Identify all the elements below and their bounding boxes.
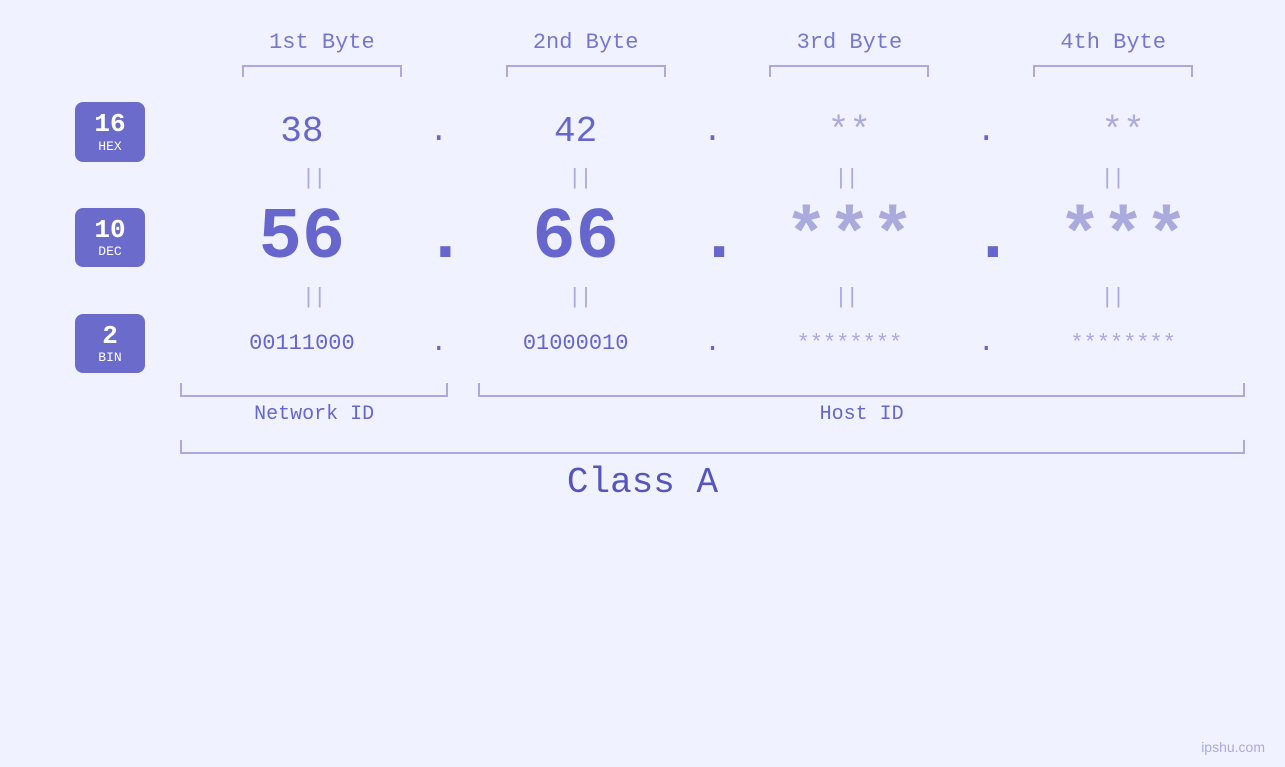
- byte2-header: 2nd Byte: [454, 30, 718, 55]
- hex-row: 16 HEX 38 . 42 . ** . **: [40, 102, 1245, 162]
- equals-row-2: || || || ||: [40, 285, 1245, 310]
- dec-byte1-cell: 56: [180, 197, 424, 279]
- bin-byte1-value: 00111000: [249, 331, 355, 356]
- hex-byte2-value: 42: [554, 111, 597, 152]
- bin-byte4-cell: ********: [1001, 331, 1245, 356]
- hex-label: 16 HEX: [40, 102, 180, 162]
- byte-headers: 1st Byte 2nd Byte 3rd Byte 4th Byte: [40, 30, 1245, 55]
- top-brackets-row: [40, 65, 1245, 77]
- hex-byte1-cell: 38: [180, 111, 424, 152]
- hex-badge: 16 HEX: [75, 102, 145, 162]
- hex-sep3: .: [971, 113, 1001, 150]
- host-id-label: Host ID: [478, 403, 1245, 426]
- eq1-cell1: ||: [180, 166, 446, 191]
- eq1-cell3: ||: [713, 166, 979, 191]
- hex-byte-cells: 38 . 42 . ** . **: [180, 111, 1245, 152]
- bracket-cell-2: [454, 65, 718, 77]
- eq1-sign2: ||: [568, 166, 590, 191]
- watermark: ipshu.com: [1201, 739, 1265, 755]
- bin-row: 2 BIN 00111000 . 01000010 . ******** . *…: [40, 314, 1245, 374]
- eq1-sign1: ||: [302, 166, 324, 191]
- dec-base-label: DEC: [89, 244, 131, 259]
- eq2-sign3: ||: [834, 285, 856, 310]
- byte3-header: 3rd Byte: [718, 30, 982, 55]
- eq1-cell2: ||: [446, 166, 712, 191]
- bin-byte3-cell: ********: [728, 331, 972, 356]
- top-bracket-3: [769, 65, 929, 77]
- dec-base-num: 10: [89, 216, 131, 245]
- bin-label: 2 BIN: [40, 314, 180, 374]
- bin-sep2: .: [698, 328, 728, 359]
- network-id-label: Network ID: [180, 403, 448, 426]
- bracket-cell-1: [190, 65, 454, 77]
- hex-base-label: HEX: [89, 139, 131, 154]
- hex-byte4-value: **: [1102, 111, 1145, 152]
- eq2-sign2: ||: [568, 285, 590, 310]
- bin-byte4-value: ********: [1070, 331, 1176, 356]
- bracket-cell-4: [981, 65, 1245, 77]
- dec-byte3-cell: ***: [728, 197, 972, 279]
- dec-sep3: .: [971, 197, 1001, 279]
- eq1-cell4: ||: [979, 166, 1245, 191]
- bin-byte2-value: 01000010: [523, 331, 629, 356]
- eq2-sign1: ||: [302, 285, 324, 310]
- eq2-cell4: ||: [979, 285, 1245, 310]
- bin-base-num: 2: [89, 322, 131, 351]
- hex-sep1: .: [424, 113, 454, 150]
- main-container: 1st Byte 2nd Byte 3rd Byte 4th Byte 16 H…: [0, 0, 1285, 767]
- bin-byte-cells: 00111000 . 01000010 . ******** . *******…: [180, 328, 1245, 359]
- hex-byte2-cell: 42: [454, 111, 698, 152]
- bin-badge: 2 BIN: [75, 314, 145, 374]
- eq2-cell1: ||: [180, 285, 446, 310]
- dec-byte1-value: 56: [259, 197, 345, 279]
- dec-label: 10 DEC: [40, 208, 180, 268]
- bin-byte1-cell: 00111000: [180, 331, 424, 356]
- dec-byte3-value: ***: [785, 197, 915, 279]
- equals-row-1: || || || ||: [40, 166, 1245, 191]
- hex-sep2: .: [698, 113, 728, 150]
- eq2-sign4: ||: [1101, 285, 1123, 310]
- bin-byte3-value: ********: [797, 331, 903, 356]
- eq2-cell3: ||: [713, 285, 979, 310]
- class-label-container: Class A: [40, 462, 1245, 503]
- top-bracket-1: [242, 65, 402, 77]
- byte1-header: 1st Byte: [190, 30, 454, 55]
- class-bracket: [180, 440, 1245, 454]
- hex-byte1-value: 38: [280, 111, 323, 152]
- byte4-header: 4th Byte: [981, 30, 1245, 55]
- dec-sep2: .: [698, 197, 728, 279]
- dec-byte2-cell: 66: [454, 197, 698, 279]
- hex-byte4-cell: **: [1001, 111, 1245, 152]
- dec-badge: 10 DEC: [75, 208, 145, 268]
- hex-byte3-cell: **: [728, 111, 972, 152]
- hex-base-num: 16: [89, 110, 131, 139]
- bottom-bracket-row: [40, 383, 1245, 397]
- bin-byte2-cell: 01000010: [454, 331, 698, 356]
- top-bracket-2: [506, 65, 666, 77]
- id-labels-container: Network ID Host ID: [40, 403, 1245, 426]
- bin-sep3: .: [971, 328, 1001, 359]
- bracket-gap: [448, 383, 478, 397]
- dec-sep1: .: [424, 197, 454, 279]
- hex-byte3-value: **: [828, 111, 871, 152]
- eq1-sign4: ||: [1101, 166, 1123, 191]
- class-label: Class A: [567, 462, 718, 503]
- dec-byte2-value: 66: [532, 197, 618, 279]
- eq1-sign3: ||: [834, 166, 856, 191]
- dec-row: 10 DEC 56 . 66 . *** . ***: [40, 197, 1245, 279]
- dec-byte-cells: 56 . 66 . *** . ***: [180, 197, 1245, 279]
- network-id-bracket: [180, 383, 448, 397]
- label-gap: [448, 403, 478, 426]
- dec-byte4-cell: ***: [1001, 197, 1245, 279]
- host-id-bracket: [478, 383, 1245, 397]
- class-bracket-row: [40, 440, 1245, 454]
- bin-sep1: .: [424, 328, 454, 359]
- top-bracket-4: [1033, 65, 1193, 77]
- eq2-cell2: ||: [446, 285, 712, 310]
- bin-base-label: BIN: [89, 350, 131, 365]
- bracket-cell-3: [718, 65, 982, 77]
- dec-byte4-value: ***: [1058, 197, 1188, 279]
